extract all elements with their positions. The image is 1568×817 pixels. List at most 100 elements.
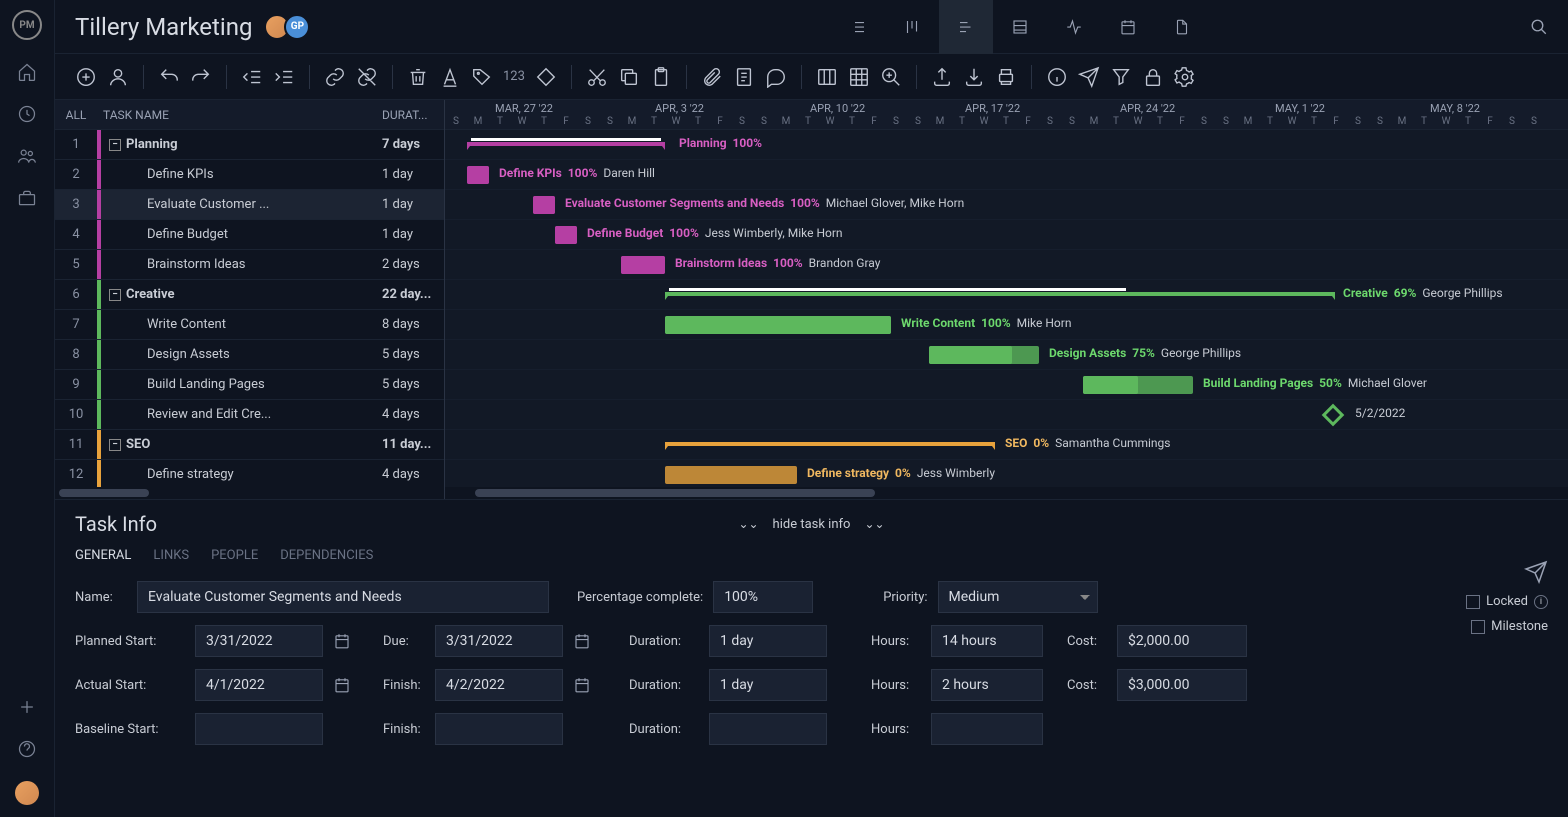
view-list[interactable] xyxy=(831,0,885,54)
as-input[interactable] xyxy=(195,669,323,701)
info-icon[interactable] xyxy=(1046,66,1068,88)
milestone-checkbox[interactable]: Milestone xyxy=(1471,619,1548,634)
task-row[interactable]: 11−SEO11 day... xyxy=(55,430,444,460)
filter-icon[interactable] xyxy=(1110,66,1132,88)
gantt-row[interactable]: Evaluate Customer Segments and Needs 100… xyxy=(445,190,1568,220)
col-all[interactable]: ALL xyxy=(55,108,97,122)
tab-dependencies[interactable]: DEPENDENCIES xyxy=(280,548,373,563)
paste-icon[interactable] xyxy=(650,66,672,88)
col-duration[interactable]: DURAT... xyxy=(382,108,444,122)
timeline[interactable]: SMTWTFSSMTWTFSSMTWTFSSMTWTFSSMTWTFSSMTWT… xyxy=(445,100,1568,499)
task-row[interactable]: 7Write Content8 days xyxy=(55,310,444,340)
cost-input[interactable] xyxy=(1117,625,1247,657)
task-row[interactable]: 6−Creative22 day... xyxy=(55,280,444,310)
gantt-row[interactable]: Define KPIs 100%Daren Hill xyxy=(445,160,1568,190)
gantt-row[interactable]: SEO 0%Samantha Cummings xyxy=(445,430,1568,460)
dur2-input[interactable] xyxy=(709,669,827,701)
task-row[interactable]: 8Design Assets5 days xyxy=(55,340,444,370)
logo[interactable]: PM xyxy=(12,10,42,40)
milestone-icon[interactable] xyxy=(535,66,557,88)
redo-icon[interactable] xyxy=(190,66,212,88)
task-row[interactable]: 2Define KPIs1 day xyxy=(55,160,444,190)
view-calendar[interactable] xyxy=(1101,0,1155,54)
gantt-row[interactable]: Write Content 100%Mike Horn xyxy=(445,310,1568,340)
font-icon[interactable] xyxy=(439,66,461,88)
task-row[interactable]: 3Evaluate Customer ...1 day xyxy=(55,190,444,220)
assign-icon[interactable] xyxy=(107,66,129,88)
hrs-input[interactable] xyxy=(931,625,1043,657)
col-taskname[interactable]: TASK NAME xyxy=(97,108,382,122)
note-icon[interactable] xyxy=(733,66,755,88)
calendar-icon[interactable] xyxy=(333,632,351,650)
task-row[interactable]: 1−Planning7 days xyxy=(55,130,444,160)
view-activity[interactable] xyxy=(1047,0,1101,54)
gantt-row[interactable]: 5/2/2022 xyxy=(445,400,1568,430)
bhrs-input[interactable] xyxy=(931,713,1043,745)
bdur-input[interactable] xyxy=(709,713,827,745)
due-input[interactable] xyxy=(435,625,563,657)
locked-checkbox[interactable]: Lockedi xyxy=(1466,594,1548,609)
user-avatar[interactable] xyxy=(15,781,39,805)
people-icon[interactable] xyxy=(17,146,37,166)
unlink-icon[interactable] xyxy=(356,66,378,88)
priority-select[interactable]: Medium xyxy=(938,581,1098,613)
briefcase-icon[interactable] xyxy=(17,188,37,208)
name-input[interactable] xyxy=(137,581,549,613)
gantt-row[interactable]: Planning 100% xyxy=(445,130,1568,160)
gantt-row[interactable]: Define strategy 0%Jess Wimberly xyxy=(445,460,1568,490)
import-icon[interactable] xyxy=(963,66,985,88)
cut-icon[interactable] xyxy=(586,66,608,88)
copy-icon[interactable] xyxy=(618,66,640,88)
link-icon[interactable] xyxy=(324,66,346,88)
view-files[interactable] xyxy=(1155,0,1209,54)
pc-input[interactable] xyxy=(713,581,813,613)
settings-icon[interactable] xyxy=(1174,66,1196,88)
tab-people[interactable]: PEOPLE xyxy=(211,548,258,563)
tag-icon[interactable] xyxy=(471,66,493,88)
print-icon[interactable] xyxy=(995,66,1017,88)
bs-input[interactable] xyxy=(195,713,323,745)
bfin-input[interactable] xyxy=(435,713,563,745)
columns-icon[interactable] xyxy=(816,66,838,88)
task-row[interactable]: 10Review and Edit Cre...4 days xyxy=(55,400,444,430)
task-row[interactable]: 9Build Landing Pages5 days xyxy=(55,370,444,400)
add-icon[interactable] xyxy=(75,66,97,88)
dur-input[interactable] xyxy=(709,625,827,657)
outdent-icon[interactable] xyxy=(241,66,263,88)
trash-icon[interactable] xyxy=(407,66,429,88)
lock-icon[interactable] xyxy=(1142,66,1164,88)
calendar-icon[interactable] xyxy=(573,632,591,650)
calendar-icon[interactable] xyxy=(333,676,351,694)
hrs2-input[interactable] xyxy=(931,669,1043,701)
search-icon[interactable] xyxy=(1530,18,1548,36)
gantt-row[interactable]: Design Assets 75%George Phillips xyxy=(445,340,1568,370)
help-icon[interactable] xyxy=(17,739,37,759)
gantt-row[interactable]: Brainstorm Ideas 100%Brandon Gray xyxy=(445,250,1568,280)
undo-icon[interactable] xyxy=(158,66,180,88)
hide-task-info[interactable]: ⌄⌄ hide task info ⌄⌄ xyxy=(738,517,884,532)
home-icon[interactable] xyxy=(17,62,37,82)
attach-icon[interactable] xyxy=(701,66,723,88)
clock-icon[interactable] xyxy=(17,104,37,124)
comment-icon[interactable] xyxy=(765,66,787,88)
view-gantt[interactable] xyxy=(939,0,993,54)
plus-icon[interactable] xyxy=(17,697,37,717)
view-board[interactable] xyxy=(885,0,939,54)
grid-icon[interactable] xyxy=(848,66,870,88)
gantt-row[interactable]: Build Landing Pages 50%Michael Glover xyxy=(445,370,1568,400)
tab-links[interactable]: LINKS xyxy=(153,548,189,563)
calendar-icon[interactable] xyxy=(573,676,591,694)
send-icon[interactable] xyxy=(1078,66,1100,88)
task-row[interactable]: 12Define strategy4 days xyxy=(55,460,444,487)
tab-general[interactable]: GENERAL xyxy=(75,548,131,563)
export-icon[interactable] xyxy=(931,66,953,88)
ps-input[interactable] xyxy=(195,625,323,657)
task-row[interactable]: 5Brainstorm Ideas2 days xyxy=(55,250,444,280)
gantt-row[interactable]: Define Budget 100%Jess Wimberly, Mike Ho… xyxy=(445,220,1568,250)
indent-icon[interactable] xyxy=(273,66,295,88)
zoom-icon[interactable] xyxy=(880,66,902,88)
fin-input[interactable] xyxy=(435,669,563,701)
view-sheet[interactable] xyxy=(993,0,1047,54)
task-row[interactable]: 4Define Budget1 day xyxy=(55,220,444,250)
cost2-input[interactable] xyxy=(1117,669,1247,701)
